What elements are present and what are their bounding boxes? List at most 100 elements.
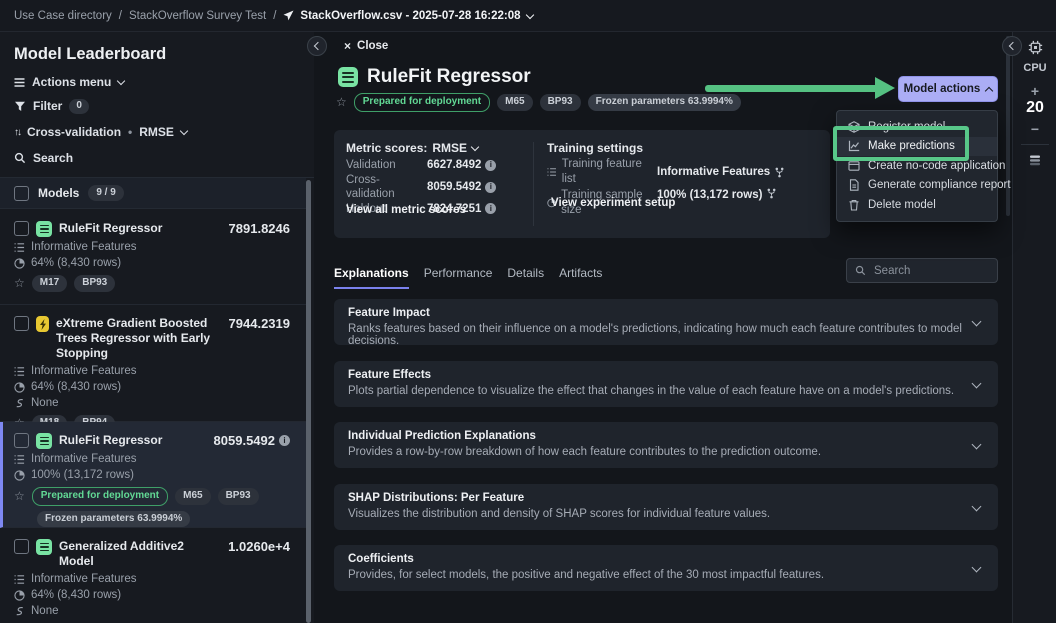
pie-icon [14, 258, 25, 269]
workers-increase-button[interactable]: + [1013, 83, 1056, 99]
models-label: Models [38, 186, 79, 200]
menu-item-delete-model[interactable]: Delete model [837, 195, 997, 215]
chevron-up-icon [985, 87, 993, 95]
model-type-icon [36, 539, 52, 555]
collapse-sidebar-button[interactable] [307, 36, 327, 56]
workers-decrease-button[interactable]: − [1013, 121, 1056, 137]
numbered-list-icon [14, 366, 25, 377]
model-name: RuleFit Regressor [59, 221, 222, 236]
tab-explanations[interactable]: Explanations [334, 266, 409, 289]
collapse-rail-button[interactable] [1002, 36, 1022, 56]
deployment-badge: Prepared for deployment [354, 93, 490, 112]
chevron-down-icon [525, 10, 533, 18]
star-icon[interactable]: ☆ [336, 96, 347, 108]
s-curve-icon [14, 606, 25, 617]
model-card-xgboost[interactable]: eXtreme Gradient Boosted Trees Regressor… [0, 305, 306, 422]
sample-size-row: 100% (13,172 rows) [14, 469, 290, 481]
frozen-parameters-badge: Frozen parameters 63.9994% [588, 94, 741, 111]
feature-list-row: Informative Features [14, 241, 290, 253]
detail-search[interactable] [846, 258, 998, 283]
feature-list-row: Informative Features [14, 573, 290, 585]
page-title: RuleFit Regressor [367, 66, 531, 88]
accordion-shap-distributions[interactable]: SHAP Distributions: Per Feature Visualiz… [334, 484, 998, 530]
model-summary-card: Metric scores: RMSE Validation 6627.8492… [334, 130, 830, 238]
sort-selector[interactable]: ↑↓ Cross-validation • RMSE [14, 125, 187, 139]
numbered-list-icon [14, 574, 25, 585]
report-document-icon [848, 179, 860, 191]
star-icon[interactable]: ☆ [14, 277, 25, 289]
register-box-icon [848, 121, 860, 133]
info-circle-icon[interactable]: i [485, 182, 496, 193]
divider [1021, 144, 1049, 145]
model-type-icon [36, 433, 52, 449]
info-circle-icon[interactable]: i [485, 160, 496, 171]
model-badges-row: ☆ Prepared for deployment M65 BP93 Froze… [336, 93, 741, 112]
numbered-list-icon [14, 242, 25, 253]
model-checkbox[interactable] [14, 539, 29, 554]
filter-count-badge: 0 [69, 99, 89, 114]
model-tag: M65 [497, 94, 532, 111]
blueprint-tag: BP93 [218, 488, 259, 505]
predictions-chart-icon [848, 140, 860, 152]
snapshot-row: None [14, 397, 290, 409]
model-actions-button[interactable]: Model actions [898, 76, 998, 102]
view-experiment-setup-link[interactable]: View experiment setup [551, 197, 675, 209]
worker-queue-icon[interactable] [1013, 154, 1056, 166]
view-all-metric-scores-link[interactable]: View all metric scores [346, 204, 466, 216]
sample-size-row: 64% (8,430 rows) [14, 381, 290, 393]
model-detail-panel: × Close RuleFit Regressor ☆ Prepared for… [314, 32, 1012, 623]
snapshot-row: None [14, 605, 290, 617]
close-panel-button[interactable]: × Close [344, 40, 388, 52]
model-tag: M65 [175, 488, 210, 505]
breadcrumb: Use Case directory / StackOverflow Surve… [0, 0, 1056, 32]
sidebar-scrollbar[interactable] [306, 180, 311, 623]
select-all-checkbox[interactable] [14, 186, 29, 201]
metric-scores-header[interactable]: Metric scores: RMSE [346, 141, 478, 155]
search-input[interactable] [872, 264, 986, 278]
sample-size-row: 64% (8,430 rows) [14, 257, 290, 269]
pie-icon [14, 470, 25, 481]
breadcrumb-current-experiment[interactable]: StackOverflow.csv - 2025-07-28 16:22:08 [283, 10, 532, 22]
sort-separator: • [128, 125, 132, 139]
model-checkbox[interactable] [14, 433, 29, 448]
model-checkbox[interactable] [14, 316, 29, 331]
models-list-header: Models 9 / 9 [0, 178, 306, 209]
model-card-gam2[interactable]: Generalized Additive2 Model 1.0260e+4 In… [0, 528, 306, 623]
model-checkbox[interactable] [14, 221, 29, 236]
pie-icon [14, 382, 25, 393]
model-leaderboard-sidebar: Model Leaderboard Actions menu Filter 0 … [0, 32, 314, 623]
sample-size-row: 64% (8,430 rows) [14, 589, 290, 601]
model-title-row: RuleFit Regressor [338, 66, 531, 88]
tab-details[interactable]: Details [507, 266, 544, 289]
breadcrumb-usecase[interactable]: StackOverflow Survey Test [129, 10, 266, 22]
star-icon[interactable]: ☆ [14, 490, 25, 502]
actions-menu-button[interactable]: Actions menu [14, 75, 124, 89]
accordion-feature-effects[interactable]: Feature Effects Plots partial dependence… [334, 361, 998, 407]
breadcrumb-usecase-directory[interactable]: Use Case directory [14, 10, 112, 22]
menu-item-make-predictions[interactable]: Make predictions [837, 137, 997, 157]
info-circle-icon[interactable]: i [279, 435, 290, 446]
accordion-coefficients[interactable]: Coefficients Provides, for select models… [334, 545, 998, 591]
chevron-down-icon [471, 143, 479, 151]
annotation-arrow-line [705, 85, 878, 92]
trash-icon [848, 199, 860, 211]
model-card-rulefit-selected[interactable]: RuleFit Regressor 8059.5492 i Informativ… [0, 422, 306, 528]
app-screen: Use Case directory / StackOverflow Surve… [0, 0, 1056, 623]
menu-item-register-model[interactable]: Register model [837, 117, 997, 137]
blueprint-tag: BP93 [540, 94, 581, 111]
resources-rail: CPU + 20 − [1012, 32, 1056, 623]
tab-artifacts[interactable]: Artifacts [559, 266, 602, 289]
sidebar-search-button[interactable]: Search [14, 151, 73, 165]
model-card-rulefit-1[interactable]: RuleFit Regressor 7891.8246 Informative … [0, 210, 306, 305]
menu-item-generate-compliance-report[interactable]: Generate compliance report [837, 176, 997, 196]
deployment-badge: Prepared for deployment [32, 487, 168, 506]
menu-item-create-nocode-app[interactable]: Create no-code application [837, 156, 997, 176]
filter-button[interactable]: Filter 0 [14, 99, 89, 114]
accordion-feature-impact[interactable]: Feature Impact Ranks features based on t… [334, 299, 998, 345]
accordion-individual-prediction-explanations[interactable]: Individual Prediction Explanations Provi… [334, 422, 998, 468]
tab-performance[interactable]: Performance [424, 266, 493, 289]
blueprint-tag: BP93 [74, 275, 115, 292]
info-circle-icon[interactable]: i [485, 203, 496, 214]
numbered-list-icon [14, 454, 25, 465]
model-type-icon [338, 67, 358, 87]
